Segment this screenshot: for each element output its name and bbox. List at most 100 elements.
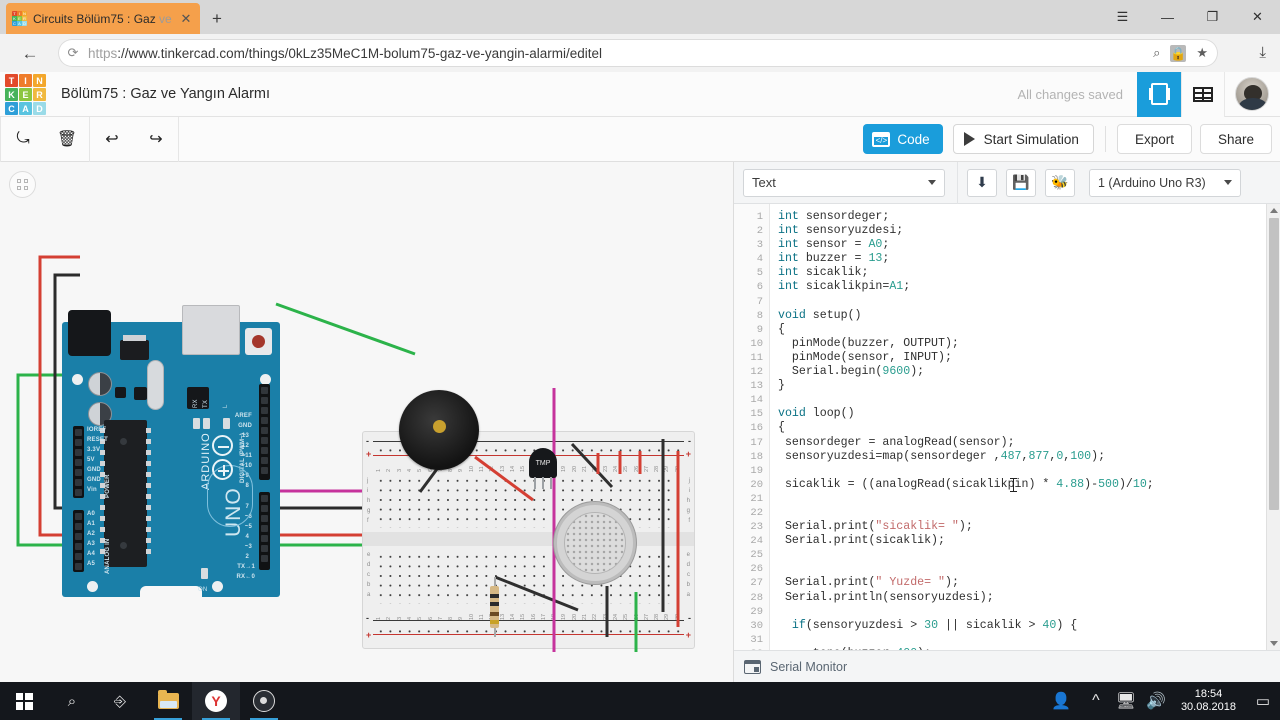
pin-label-33v: 3.3V — [87, 447, 101, 453]
column-number: 30 — [674, 465, 681, 472]
header-right: All changes saved — [1017, 71, 1280, 117]
tinkercad-toolbar: ⤿ 🗑 ↩ ↪ </> Code Start Simulation Export… — [0, 116, 1280, 162]
delete-button[interactable]: 🗑 — [45, 117, 89, 162]
divider — [178, 116, 179, 162]
scroll-down-icon[interactable] — [1270, 641, 1278, 646]
tinkercad-header: TIN KER CAD Bölüm75 : Gaz ve Yangın Alarmı… — [0, 71, 1280, 117]
line-number: 7 — [756, 295, 763, 308]
pin-label-aref: AREF — [234, 413, 252, 419]
address-bar-icons: ⌕ 🔒 ★ — [1153, 44, 1218, 62]
zoom-out-icon[interactable]: ⌕ — [1153, 45, 1160, 61]
arduino-uno-board[interactable]: IOREF RESET 3.3V 5V GND GND Vin A0 A1 A2… — [62, 305, 280, 598]
power-header[interactable] — [73, 426, 84, 498]
minimize-icon[interactable]: — — [1145, 0, 1190, 34]
undo-button[interactable]: ↩ — [90, 117, 134, 162]
row-label-j: j — [367, 478, 369, 484]
column-number: 26 — [633, 613, 640, 620]
column-number: 11 — [479, 466, 485, 472]
people-icon[interactable]: 👤 — [1041, 682, 1081, 720]
lock-icon[interactable]: 🔒 — [1170, 44, 1187, 62]
digital-header-bottom[interactable] — [259, 492, 270, 570]
code-scrollbar[interactable] — [1266, 204, 1280, 650]
row-label-h-r: h — [686, 498, 690, 504]
new-tab-button[interactable]: + — [206, 8, 228, 30]
list-view-button[interactable] — [1181, 71, 1225, 117]
pin-label-gnd-1: GND — [87, 467, 101, 473]
tinkercad-logo[interactable]: TIN KER CAD — [5, 74, 46, 115]
browser-tab[interactable]: TINKERCAD Circuits Bölüm75 : Gaz ve ✕ — [6, 3, 200, 34]
scrollbar-thumb[interactable] — [1269, 218, 1279, 510]
tab-close-icon[interactable]: ✕ — [178, 11, 194, 27]
code-editor[interactable]: 1 2 3 4 5 6 7 8 9 10 11 12 13 14 15 16 17 18 19 20 21 22 23 24 2… — [734, 204, 1280, 650]
download-code-button[interactable]: ⬇ — [967, 168, 997, 197]
debug-button[interactable]: 🐝 — [1045, 168, 1075, 197]
rotate-button[interactable]: ⤿ — [1, 117, 45, 162]
column-number: 4 — [406, 468, 413, 472]
play-icon — [963, 132, 975, 146]
board-select[interactable]: 1 (Arduino Uno R3) — [1089, 168, 1241, 197]
code-mode-select[interactable]: Text — [743, 168, 945, 197]
breadboard-holes-bottom[interactable] — [374, 550, 683, 604]
line-number: 29 — [750, 605, 763, 618]
back-button[interactable]: ← — [18, 42, 42, 66]
volume-icon[interactable]: 🔊 — [1141, 682, 1171, 720]
redo-button[interactable]: ↪ — [134, 117, 178, 162]
components-panel-button[interactable] — [1137, 71, 1181, 117]
search-button[interactable]: ⌕ — [48, 682, 96, 720]
rail-plus-top-right: + — [685, 449, 691, 459]
analog-header[interactable] — [73, 510, 84, 572]
clock[interactable]: 18:54 30.08.2018 — [1171, 682, 1246, 720]
column-number: 8 — [448, 468, 455, 472]
serial-monitor-bar[interactable]: Serial Monitor — [734, 650, 1280, 682]
clock-date: 30.08.2018 — [1180, 701, 1236, 713]
pin-label-a0: A0 — [87, 511, 96, 517]
row-label-j-r: j — [688, 478, 690, 484]
action-center-icon[interactable]: ▭ — [1246, 682, 1280, 720]
export-button[interactable]: Export — [1116, 124, 1192, 154]
column-number: 5 — [417, 616, 424, 620]
code-text[interactable]: int sensordeger; int sensoryuzdesi; int se… — [770, 204, 1280, 650]
code-button[interactable]: </> Code — [863, 124, 943, 154]
column-number: 25 — [623, 465, 630, 472]
bookmark-star-icon[interactable]: ★ — [1196, 45, 1208, 61]
avatar[interactable] — [1235, 77, 1269, 111]
file-explorer-button[interactable] — [144, 682, 192, 720]
column-number: 26 — [633, 465, 640, 472]
network-icon[interactable]: 🖥 — [1111, 682, 1141, 720]
pin-label-2: 2 — [245, 554, 249, 560]
gas-sensor[interactable] — [554, 502, 636, 584]
code-line: Serial.print("sicaklik= "); — [778, 520, 973, 534]
resistor[interactable] — [490, 577, 499, 637]
task-view-button[interactable]: ⎆ — [96, 682, 144, 720]
start-button[interactable] — [0, 682, 48, 720]
share-button[interactable]: Share — [1199, 124, 1272, 154]
tray-chevron-icon[interactable]: ^ — [1081, 682, 1111, 720]
row-label-g-r: g — [686, 508, 690, 514]
line-number: 5 — [756, 267, 763, 280]
reset-button[interactable] — [245, 328, 272, 355]
pin-label-13: 13 — [241, 433, 249, 439]
circuit-canvas[interactable]: IOREF RESET 3.3V 5V GND GND Vin A0 A1 A2… — [0, 162, 733, 682]
maximize-icon[interactable]: ❐ — [1190, 0, 1235, 34]
yandex-browser-button[interactable]: Y — [192, 682, 240, 720]
temperature-sensor-tmp[interactable]: TMP — [529, 448, 557, 489]
code-line: Serial.print(" Yuzde= "); — [778, 576, 959, 590]
reload-icon[interactable]: ⟳ — [58, 45, 88, 61]
column-number: 11 — [479, 614, 485, 620]
upload-code-button[interactable]: 💾 — [1006, 168, 1036, 197]
scroll-up-icon[interactable] — [1270, 208, 1278, 213]
close-window-icon[interactable]: ✕ — [1235, 0, 1280, 34]
line-number: 19 — [750, 464, 763, 477]
digital-header-top[interactable] — [259, 384, 270, 480]
start-simulation-button[interactable]: Start Simulation — [952, 124, 1094, 154]
pin-label-dgnd: GND — [238, 423, 252, 429]
column-number: 18 — [551, 613, 558, 620]
browser-menu-icon[interactable]: ☰ — [1100, 0, 1145, 34]
piezo-buzzer[interactable] — [399, 390, 479, 470]
breadboard-holes-top[interactable] — [374, 474, 683, 528]
search-icon: ⌕ — [67, 692, 77, 710]
downloads-icon[interactable]: ⤓ — [1259, 44, 1266, 61]
line-number: 26 — [750, 563, 763, 576]
obs-button[interactable] — [240, 682, 288, 720]
address-bar[interactable]: ⟳ https://www.tinkercad.com/things/0kLz3… — [58, 39, 1218, 67]
